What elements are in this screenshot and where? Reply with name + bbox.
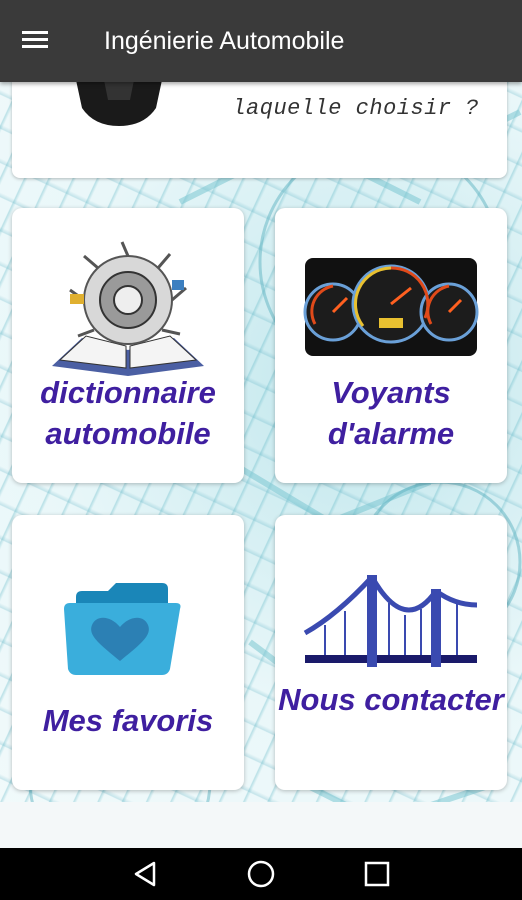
home-icon[interactable] — [244, 858, 278, 890]
engine-book-icon — [52, 241, 204, 376]
app-bar: Ingénierie Automobile — [0, 0, 522, 82]
app-title: Ingénierie Automobile — [104, 27, 345, 55]
favorites-card[interactable]: Mes favoris — [12, 515, 244, 790]
dashboard-gauges-icon — [303, 258, 479, 356]
favorites-card-label: Mes favoris — [42, 703, 214, 738]
bridge-icon — [303, 575, 478, 667]
banner-line-2: laquelle choisir ? — [232, 96, 479, 121]
hamburger-menu-icon[interactable] — [20, 24, 54, 58]
heart-folder-icon — [64, 583, 181, 675]
contact-card[interactable]: Nous contacter — [275, 515, 507, 790]
content-bottom — [0, 802, 522, 848]
person-figure-icon — [76, 80, 162, 126]
recent-apps-icon[interactable] — [360, 858, 394, 890]
warning-lights-card-label: Voyants d'alarme — [327, 375, 455, 451]
warning-lights-card[interactable]: Voyants d'alarme — [275, 208, 507, 483]
dictionary-card[interactable]: dictionnaire automobile — [12, 208, 244, 483]
system-nav-bar — [0, 848, 522, 900]
back-icon[interactable] — [128, 858, 162, 890]
contact-card-label: Nous contacter — [278, 682, 504, 717]
dictionary-card-label: dictionnaire automobile — [40, 375, 216, 451]
